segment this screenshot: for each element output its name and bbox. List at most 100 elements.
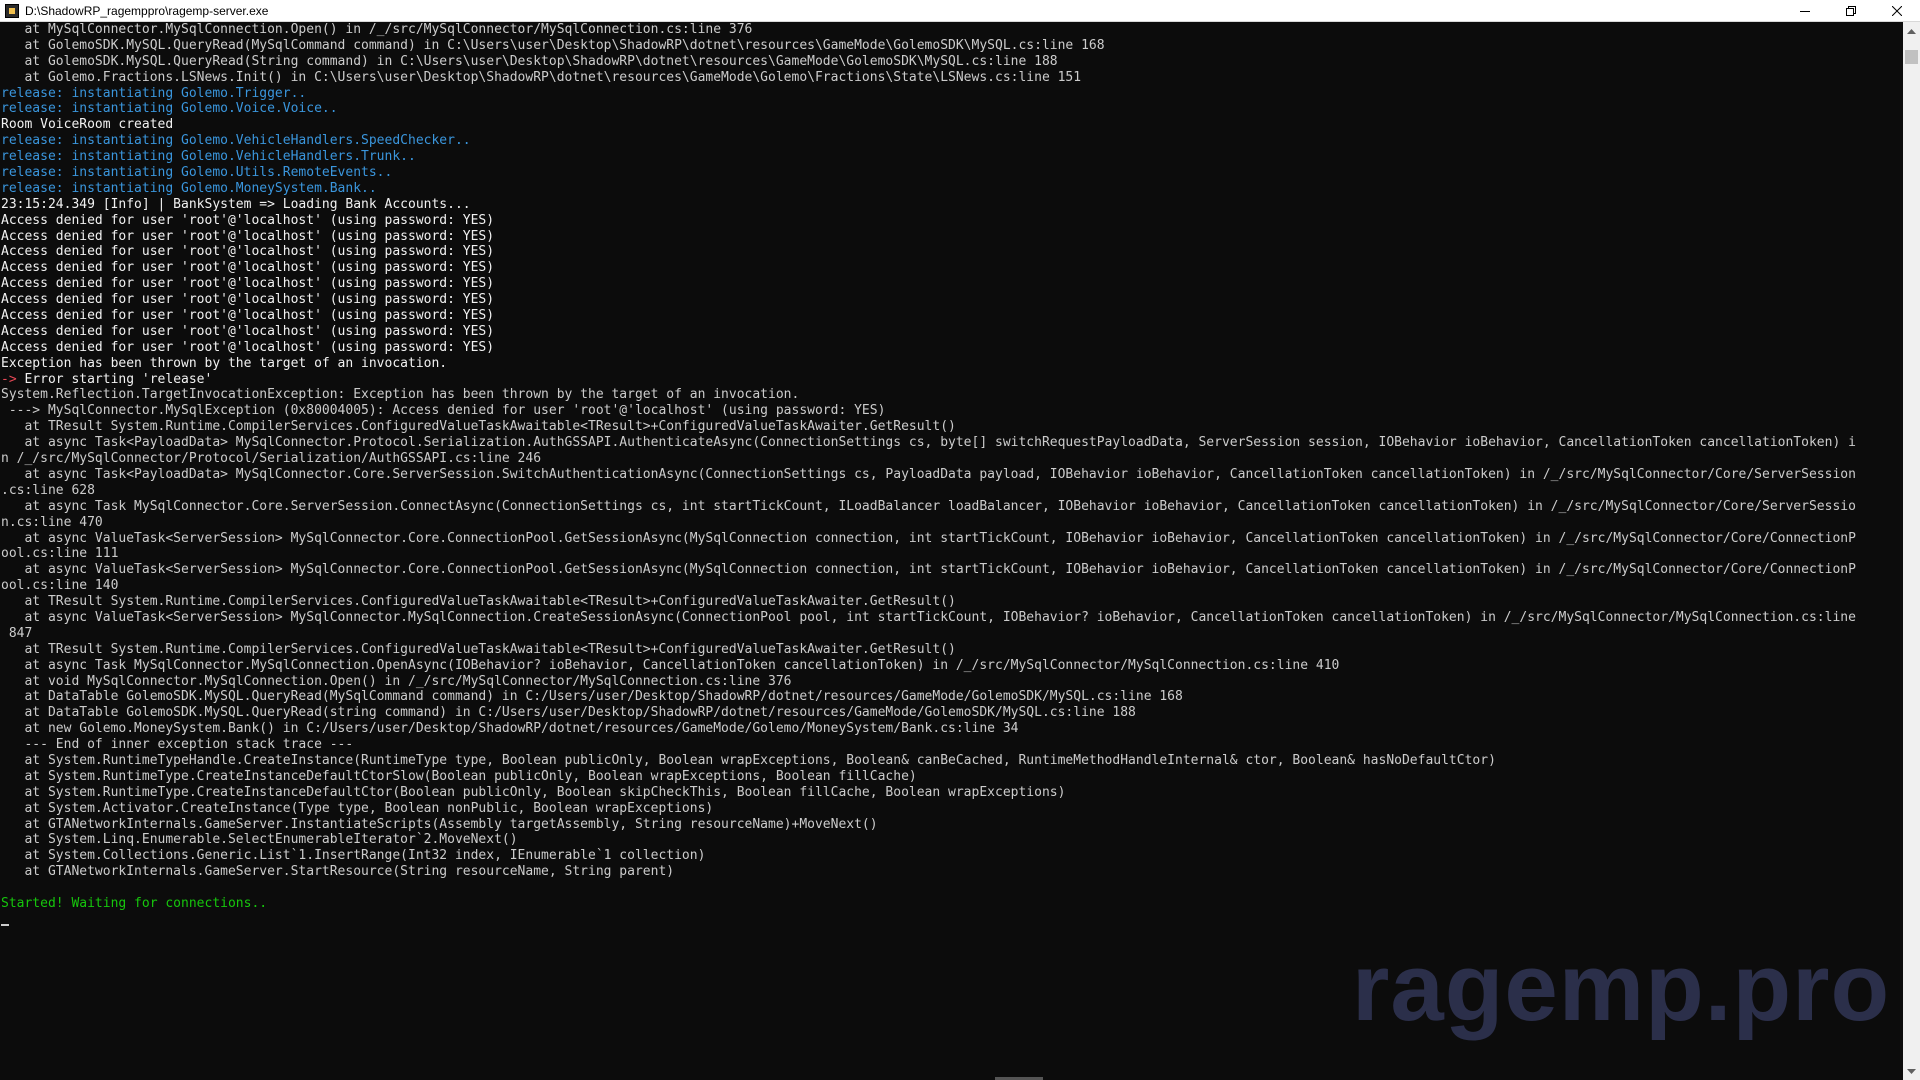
console-text-segment: ool.cs:line 111 — [1, 546, 119, 562]
horizontal-scrollbar[interactable] — [0, 1076, 1903, 1080]
restore-button[interactable] — [1828, 0, 1874, 22]
console-text-segment: Access denied for user 'root'@'localhost… — [1, 276, 495, 292]
console-text-segment: at GTANetworkInternals.GameServer.Instan… — [1, 816, 878, 832]
scroll-down-button[interactable] — [1903, 1063, 1920, 1080]
console-line: at async ValueTask<ServerSession> MySqlC… — [1, 562, 1902, 578]
console-text-segment: at async ValueTask<ServerSession> MySqlC… — [1, 562, 1856, 578]
console-line: at GolemoSDK.MySQL.QueryRead(String comm… — [1, 54, 1902, 70]
console-text-segment: at async Task<PayloadData> MySqlConnecto… — [1, 466, 1856, 482]
console-text-segment: Access denied for user 'root'@'localhost… — [1, 323, 495, 339]
console-line: at System.RuntimeType.CreateInstanceDefa… — [1, 785, 1902, 801]
console-text-segment: at async Task<PayloadData> MySqlConnecto… — [1, 435, 1856, 451]
console-line: at void MySqlConnector.MySqlConnection.O… — [1, 674, 1902, 690]
console-line: at async Task MySqlConnector.MySqlConnec… — [1, 658, 1902, 674]
console-text-segment: Access denied for user 'root'@'localhost… — [1, 228, 495, 244]
console-text-segment: at TResult System.Runtime.CompilerServic… — [1, 594, 956, 610]
console-text-segment: at async Task MySqlConnector.Core.Server… — [1, 498, 1856, 514]
console-line: Room VoiceRoom created — [1, 117, 1902, 133]
close-button[interactable] — [1874, 0, 1920, 22]
text-cursor — [1, 923, 9, 926]
console-line: release: instantiating Golemo.Voice.Voic… — [1, 101, 1902, 117]
console-text-segment: release: instantiating — [1, 149, 182, 165]
console-text-segment: Error starting 'release' — [24, 371, 213, 387]
console-line: System.Reflection.TargetInvocationExcept… — [1, 387, 1902, 403]
console-line: Access denied for user 'root'@'localhost… — [1, 244, 1902, 260]
console-line: at TResult System.Runtime.CompilerServic… — [1, 419, 1902, 435]
console-text-segment: ---> MySqlConnector.MySqlException (0x80… — [1, 403, 886, 419]
console-line: ool.cs:line 111 — [1, 546, 1902, 562]
console-text-segment: release: instantiating — [1, 180, 182, 196]
console-text-segment: --- End of inner exception stack trace -… — [1, 737, 354, 753]
console-output[interactable]: at MySqlConnector.MySqlConnection.Open()… — [0, 22, 1902, 1076]
console-line: release: instantiating Golemo.MoneySyste… — [1, 181, 1902, 197]
console-line: at async Task<PayloadData> MySqlConnecto… — [1, 467, 1902, 483]
console-line: Access denied for user 'root'@'localhost… — [1, 276, 1902, 292]
console-text-segment: at DataTable GolemoSDK.MySQL.QueryRead(M… — [1, 689, 1183, 705]
console-line: at async ValueTask<ServerSession> MySqlC… — [1, 531, 1902, 547]
console-text-segment: Access denied for user 'root'@'localhost… — [1, 339, 495, 355]
console-line: release: instantiating Golemo.VehicleHan… — [1, 149, 1902, 165]
console-prompt-line[interactable] — [1, 912, 1902, 928]
console-line: Exception has been thrown by the target … — [1, 356, 1902, 372]
console-line: at MySqlConnector.MySqlConnection.Open()… — [1, 22, 1902, 38]
console-line: Access denied for user 'root'@'localhost… — [1, 308, 1902, 324]
console-line: release: instantiating Golemo.Trigger.. — [1, 86, 1902, 102]
console-line: 847 — [1, 626, 1902, 642]
console-text-segment: Golemo.VehicleHandlers.Trunk.. — [181, 149, 416, 165]
console-text-segment: release: instantiating — [1, 85, 182, 101]
console-text-segment: Access denied for user 'root'@'localhost… — [1, 212, 495, 228]
console-line: Access denied for user 'root'@'localhost… — [1, 340, 1902, 356]
scrollbar-thumb[interactable] — [1905, 50, 1918, 64]
console-line: at GTANetworkInternals.GameServer.StartR… — [1, 864, 1902, 880]
console-line: -> Error starting 'release' — [1, 372, 1902, 388]
console-text-segment: at System.Collections.Generic.List`1.Ins… — [1, 848, 706, 864]
console-line: release: instantiating Golemo.VehicleHan… — [1, 133, 1902, 149]
console-text-segment: at new Golemo.MoneySystem.Bank() in C:/U… — [1, 721, 1019, 737]
console-text-segment: release: instantiating — [1, 165, 182, 181]
console-text-segment: Golemo.Utils.RemoteEvents.. — [181, 165, 393, 181]
console-text-segment: at void MySqlConnector.MySqlConnection.O… — [1, 673, 792, 689]
console-line: 23:15:24.349 [Info] | BankSystem => Load… — [1, 197, 1902, 213]
console-line: at async Task MySqlConnector.Core.Server… — [1, 499, 1902, 515]
close-icon — [1892, 5, 1902, 16]
console-text-segment: Access denied for user 'root'@'localhost… — [1, 292, 495, 308]
console-text-segment: Exception has been thrown by the target … — [1, 355, 448, 371]
console-line: at System.Activator.CreateInstance(Type … — [1, 801, 1902, 817]
console-line: Started! Waiting for connections.. — [1, 896, 1902, 912]
console-text-segment: System.Reflection.TargetInvocationExcept… — [1, 387, 800, 403]
console-text-segment: at TResult System.Runtime.CompilerServic… — [1, 419, 956, 435]
console-line: at System.Collections.Generic.List`1.Ins… — [1, 848, 1902, 864]
minimize-button[interactable] — [1782, 0, 1828, 22]
console-text-segment: at System.RuntimeTypeHandle.CreateInstan… — [1, 752, 1496, 768]
minimize-icon — [1800, 10, 1810, 12]
console-line: Access denied for user 'root'@'localhost… — [1, 229, 1902, 245]
window-title: D:\ShadowRP_ragemppro\ragemp-server.exe — [25, 3, 269, 18]
app-icon — [5, 3, 19, 18]
console-text-segment: Golemo.Trigger.. — [181, 85, 307, 101]
console-line: Access denied for user 'root'@'localhost… — [1, 292, 1902, 308]
console-text-segment: ool.cs:line 140 — [1, 578, 119, 594]
console-text-segment: n.cs:line 470 — [1, 514, 103, 530]
scroll-up-button[interactable] — [1903, 22, 1920, 39]
console-line: .cs:line 628 — [1, 483, 1902, 499]
console-line: at TResult System.Runtime.CompilerServic… — [1, 642, 1902, 658]
console-line: at System.RuntimeType.CreateInstanceDefa… — [1, 769, 1902, 785]
console-text-segment: Room VoiceRoom created — [1, 117, 174, 133]
console-line: Access denied for user 'root'@'localhost… — [1, 324, 1902, 340]
console-text-segment: release: instantiating — [1, 101, 182, 117]
console-text-segment: at Golemo.Fractions.LSNews.Init() in C:\… — [1, 69, 1082, 85]
title-bar[interactable]: D:\ShadowRP_ragemppro\ragemp-server.exe — [0, 0, 1920, 22]
console-text-segment: at System.RuntimeType.CreateInstanceDefa… — [1, 768, 917, 784]
console-line: at TResult System.Runtime.CompilerServic… — [1, 594, 1902, 610]
console-line: ool.cs:line 140 — [1, 578, 1902, 594]
console-line: n /_/src/MySqlConnector/Protocol/Seriali… — [1, 451, 1902, 467]
console-text-segment: Access denied for user 'root'@'localhost… — [1, 260, 495, 276]
console-text-segment: -> — [1, 371, 25, 387]
vertical-scrollbar[interactable] — [1903, 22, 1920, 1080]
console-text-segment: at System.Linq.Enumerable.SelectEnumerab… — [1, 832, 518, 848]
console-text-segment: at System.RuntimeType.CreateInstanceDefa… — [1, 784, 1066, 800]
restore-icon — [1846, 5, 1856, 16]
console-line: at GolemoSDK.MySQL.QueryRead(MySqlComman… — [1, 38, 1902, 54]
console-line: --- End of inner exception stack trace -… — [1, 737, 1902, 753]
